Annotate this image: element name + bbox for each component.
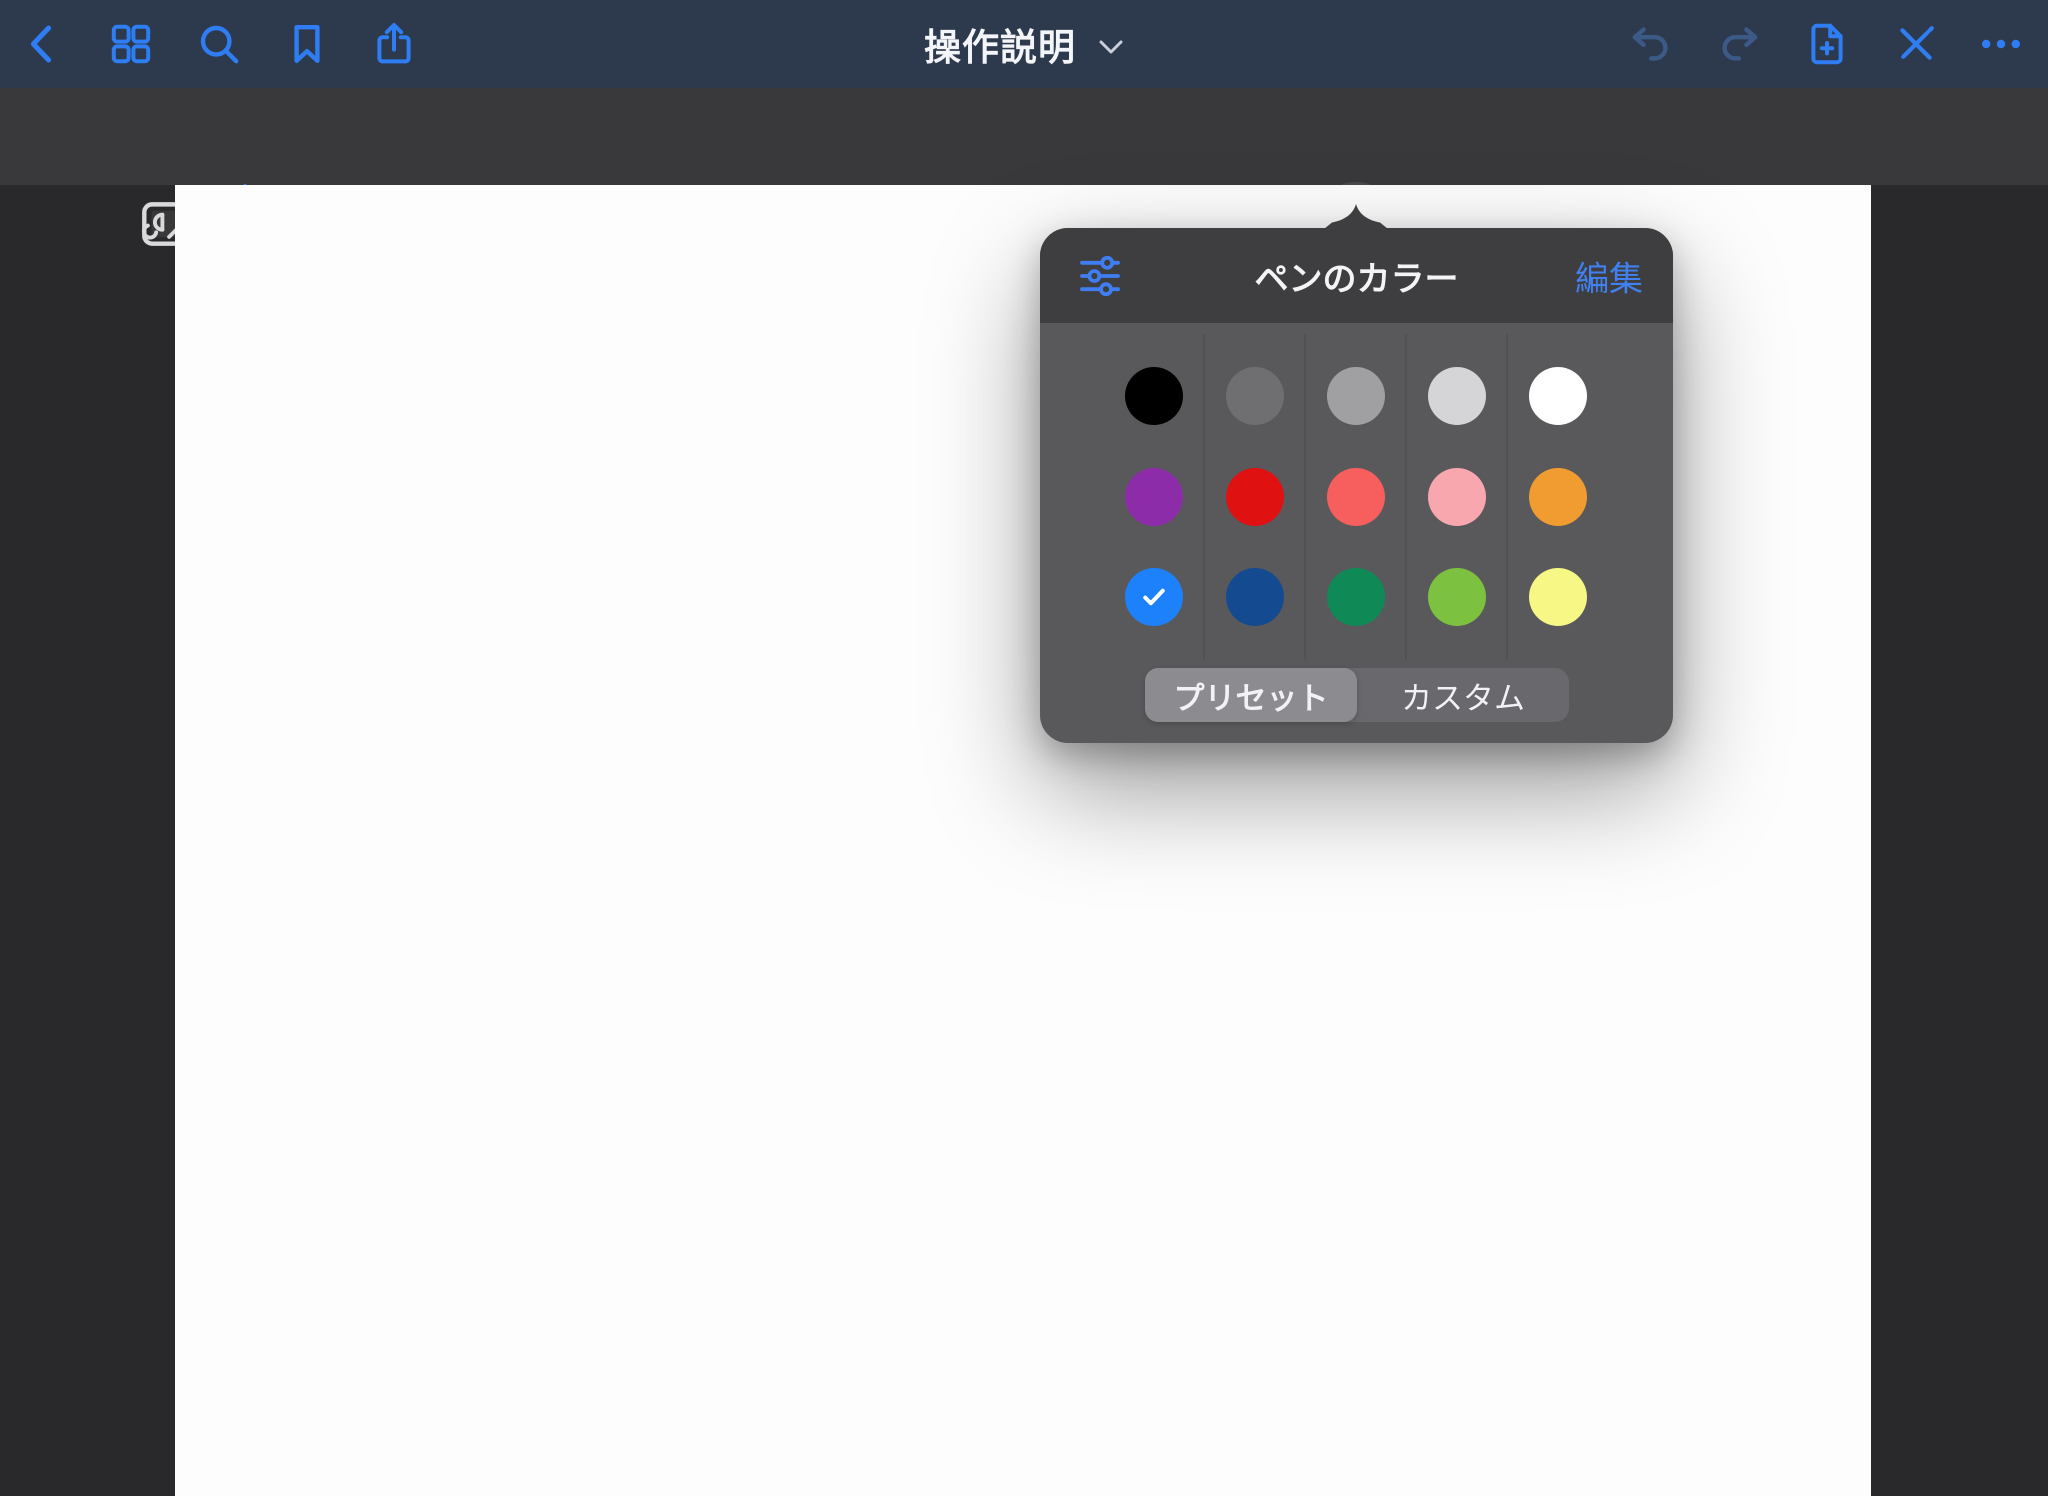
segment-preset[interactable]: プリセット <box>1145 668 1357 722</box>
swatch-white[interactable] <box>1529 367 1587 425</box>
page-title: 操作説明 <box>924 17 1076 71</box>
popover-arrow <box>1324 204 1388 229</box>
swatch-green[interactable] <box>1327 568 1385 626</box>
segment-custom[interactable]: カスタム <box>1357 668 1569 722</box>
chevron-down-icon <box>1098 38 1124 56</box>
popover-header: ペンのカラー 編集 <box>1040 228 1673 323</box>
more-icon[interactable] <box>1977 20 2025 68</box>
color-palette-grid <box>1103 346 1608 648</box>
search-icon[interactable] <box>195 20 243 68</box>
swatch-pink[interactable] <box>1428 468 1486 526</box>
swatch-navy[interactable] <box>1226 568 1284 626</box>
swatch-blue-selected[interactable] <box>1125 568 1183 626</box>
pen-settings-sliders-icon[interactable] <box>1076 252 1124 300</box>
share-icon[interactable] <box>370 20 418 68</box>
popover-title: ペンのカラー <box>1255 251 1459 300</box>
add-page-icon[interactable] <box>1803 20 1851 68</box>
edit-button[interactable]: 編集 <box>1575 251 1643 300</box>
top-navigation-bar: 操作説明 <box>0 0 2048 88</box>
grid-icon[interactable] <box>107 20 155 68</box>
swatch-orange[interactable] <box>1529 468 1587 526</box>
swatch-purple[interactable] <box>1125 468 1183 526</box>
swatch-coral[interactable] <box>1327 468 1385 526</box>
redo-icon[interactable] <box>1714 20 1762 68</box>
checkmark-icon <box>1139 584 1169 610</box>
swatch-yellow[interactable] <box>1529 568 1587 626</box>
document-title[interactable]: 操作説明 <box>924 17 1124 71</box>
swatch-red[interactable] <box>1226 468 1284 526</box>
app-window: 操作説明 <box>0 0 2048 1496</box>
pen-toggle-icon[interactable] <box>1892 20 1940 68</box>
swatch-black[interactable] <box>1125 367 1183 425</box>
back-icon[interactable] <box>19 20 67 68</box>
swatch-dark-gray[interactable] <box>1226 367 1284 425</box>
preset-custom-segmented-control: プリセット カスタム <box>1145 668 1569 722</box>
drawing-toolbar <box>0 88 2048 185</box>
pen-color-popover: ペンのカラー 編集 プリセッ <box>1040 228 1673 743</box>
swatch-light-green[interactable] <box>1428 568 1486 626</box>
bookmark-icon[interactable] <box>283 20 331 68</box>
swatch-gray[interactable] <box>1327 367 1385 425</box>
swatch-light-gray[interactable] <box>1428 367 1486 425</box>
undo-icon[interactable] <box>1628 20 1676 68</box>
